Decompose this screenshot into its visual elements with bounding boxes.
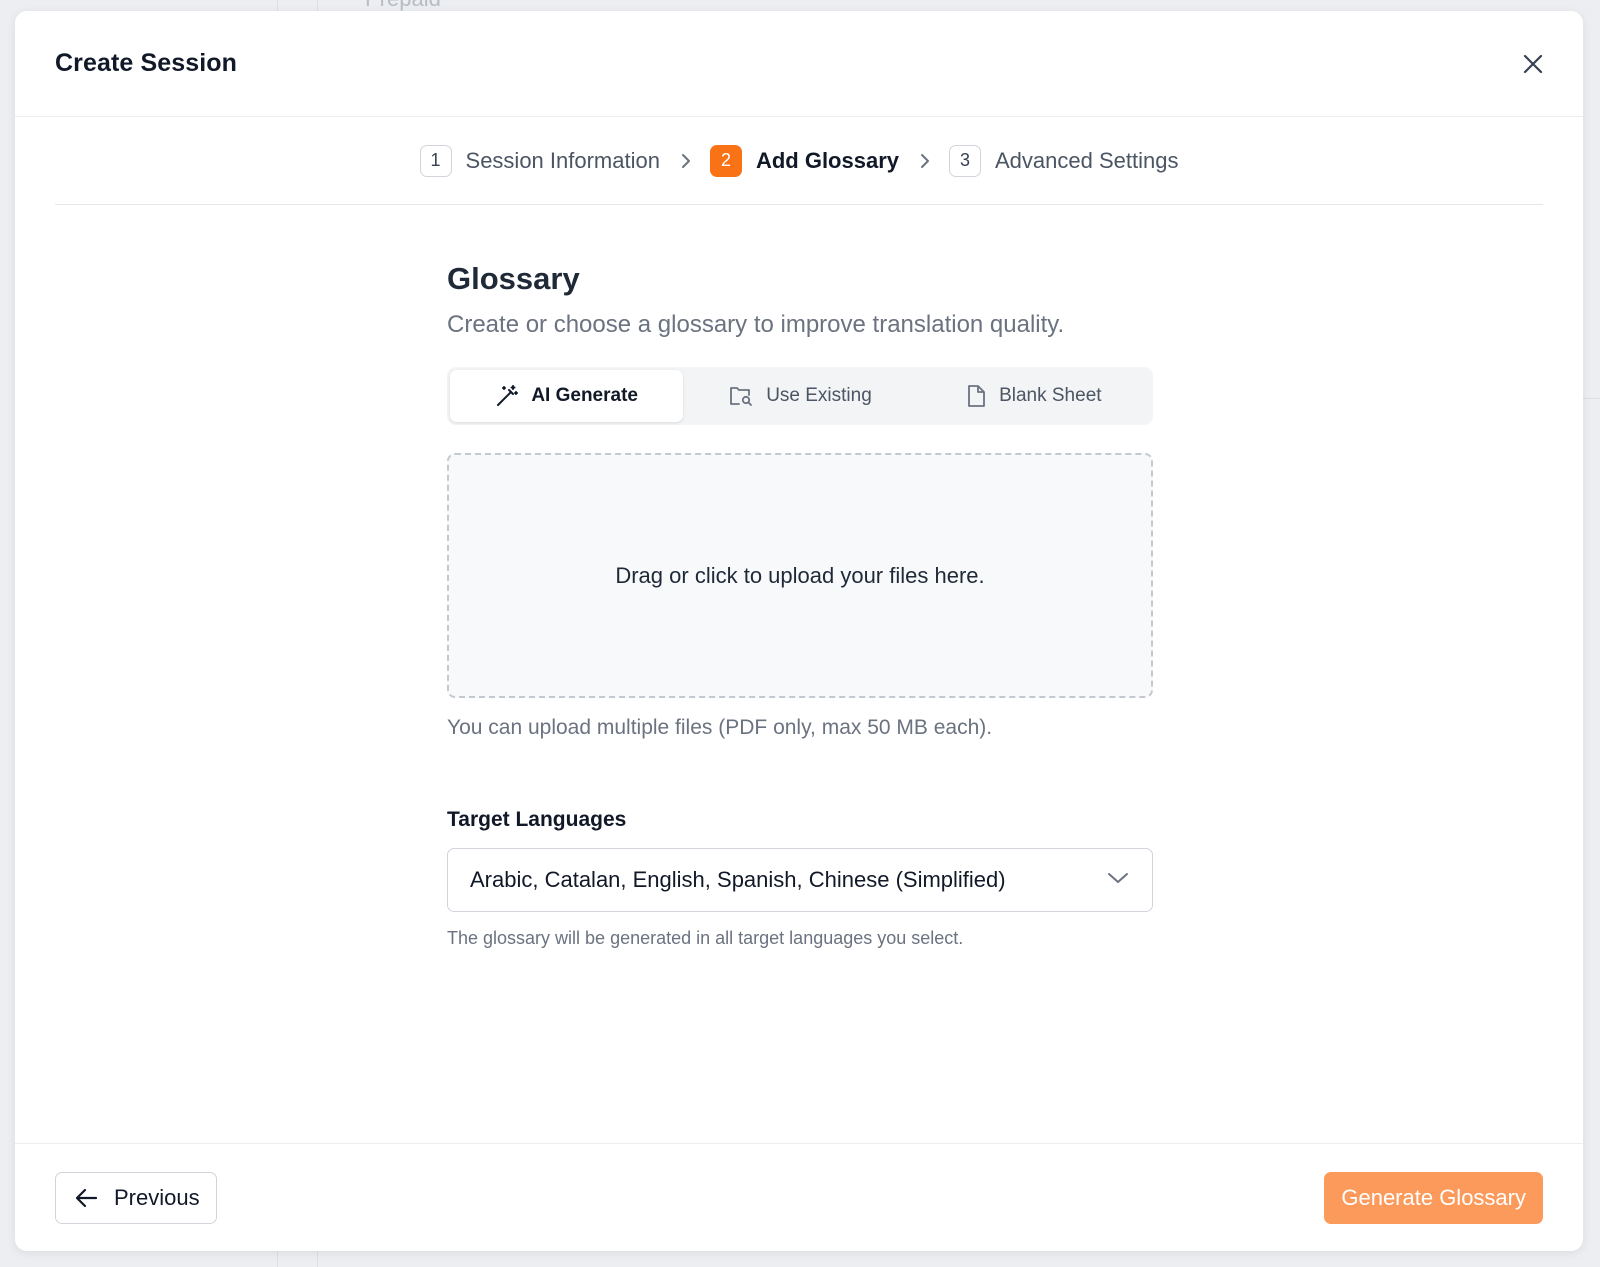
tab-use-existing[interactable]: Use Existing bbox=[683, 370, 916, 422]
arrow-left-icon bbox=[75, 1188, 98, 1207]
modal-title: Create Session bbox=[55, 49, 238, 77]
section-subtitle: Create or choose a glossary to improve t… bbox=[447, 311, 1065, 338]
tab-blank-sheet[interactable]: Blank Sheet bbox=[917, 370, 1150, 422]
close-icon bbox=[1523, 54, 1543, 73]
step-label: Advanced Settings bbox=[995, 147, 1179, 173]
file-icon bbox=[965, 384, 987, 408]
upload-hint: You can upload multiple files (PDF only,… bbox=[447, 716, 993, 739]
section-title: Glossary bbox=[447, 261, 580, 296]
step-add-glossary[interactable]: 2 Add Glossary bbox=[709, 144, 899, 177]
step-number: 3 bbox=[949, 144, 981, 177]
step-advanced-settings[interactable]: 3 Advanced Settings bbox=[949, 144, 1179, 177]
modal-header: Create Session bbox=[15, 11, 1583, 117]
chevron-right-icon bbox=[680, 152, 692, 170]
modal-footer: Previous Generate Glossary bbox=[15, 1143, 1583, 1251]
background-divider bbox=[1583, 398, 1600, 399]
glossary-section: Glossary Create or choose a glossary to … bbox=[447, 261, 1153, 949]
file-dropzone[interactable]: Drag or click to upload your files here. bbox=[447, 453, 1153, 698]
target-languages-select[interactable]: Arabic, Catalan, English, Spanish, Chine… bbox=[447, 848, 1153, 912]
step-number: 1 bbox=[419, 144, 452, 177]
tab-label: Blank Sheet bbox=[999, 385, 1102, 406]
close-button[interactable] bbox=[1515, 46, 1551, 82]
dropzone-text: Drag or click to upload your files here. bbox=[615, 562, 985, 588]
step-label: Session Information bbox=[465, 147, 660, 173]
tab-label: AI Generate bbox=[531, 385, 638, 406]
create-session-modal: Create Session 1 Session Information 2 A… bbox=[15, 11, 1583, 1251]
folder-search-icon bbox=[728, 384, 754, 408]
previous-label: Previous bbox=[114, 1184, 200, 1210]
generate-glossary-button[interactable]: Generate Glossary bbox=[1324, 1171, 1543, 1224]
previous-button[interactable]: Previous bbox=[55, 1171, 217, 1224]
selected-languages: Arabic, Catalan, English, Spanish, Chine… bbox=[470, 867, 1006, 892]
step-number: 2 bbox=[709, 144, 742, 177]
target-languages-label: Target Languages bbox=[447, 808, 627, 831]
tab-ai-generate[interactable]: AI Generate bbox=[450, 370, 684, 422]
step-label: Add Glossary bbox=[755, 147, 899, 173]
chevron-right-icon bbox=[919, 152, 931, 170]
target-languages-help: The glossary will be generated in all ta… bbox=[447, 928, 964, 948]
glossary-mode-tabs: AI Generate Use Existing Blank Sheet bbox=[447, 367, 1153, 425]
tab-label: Use Existing bbox=[766, 385, 872, 406]
stepper: 1 Session Information 2 Add Glossary 3 A… bbox=[55, 117, 1543, 205]
chevron-down-icon bbox=[1106, 871, 1130, 890]
magic-wand-icon bbox=[495, 384, 519, 408]
step-session-information[interactable]: 1 Session Information bbox=[419, 144, 660, 177]
